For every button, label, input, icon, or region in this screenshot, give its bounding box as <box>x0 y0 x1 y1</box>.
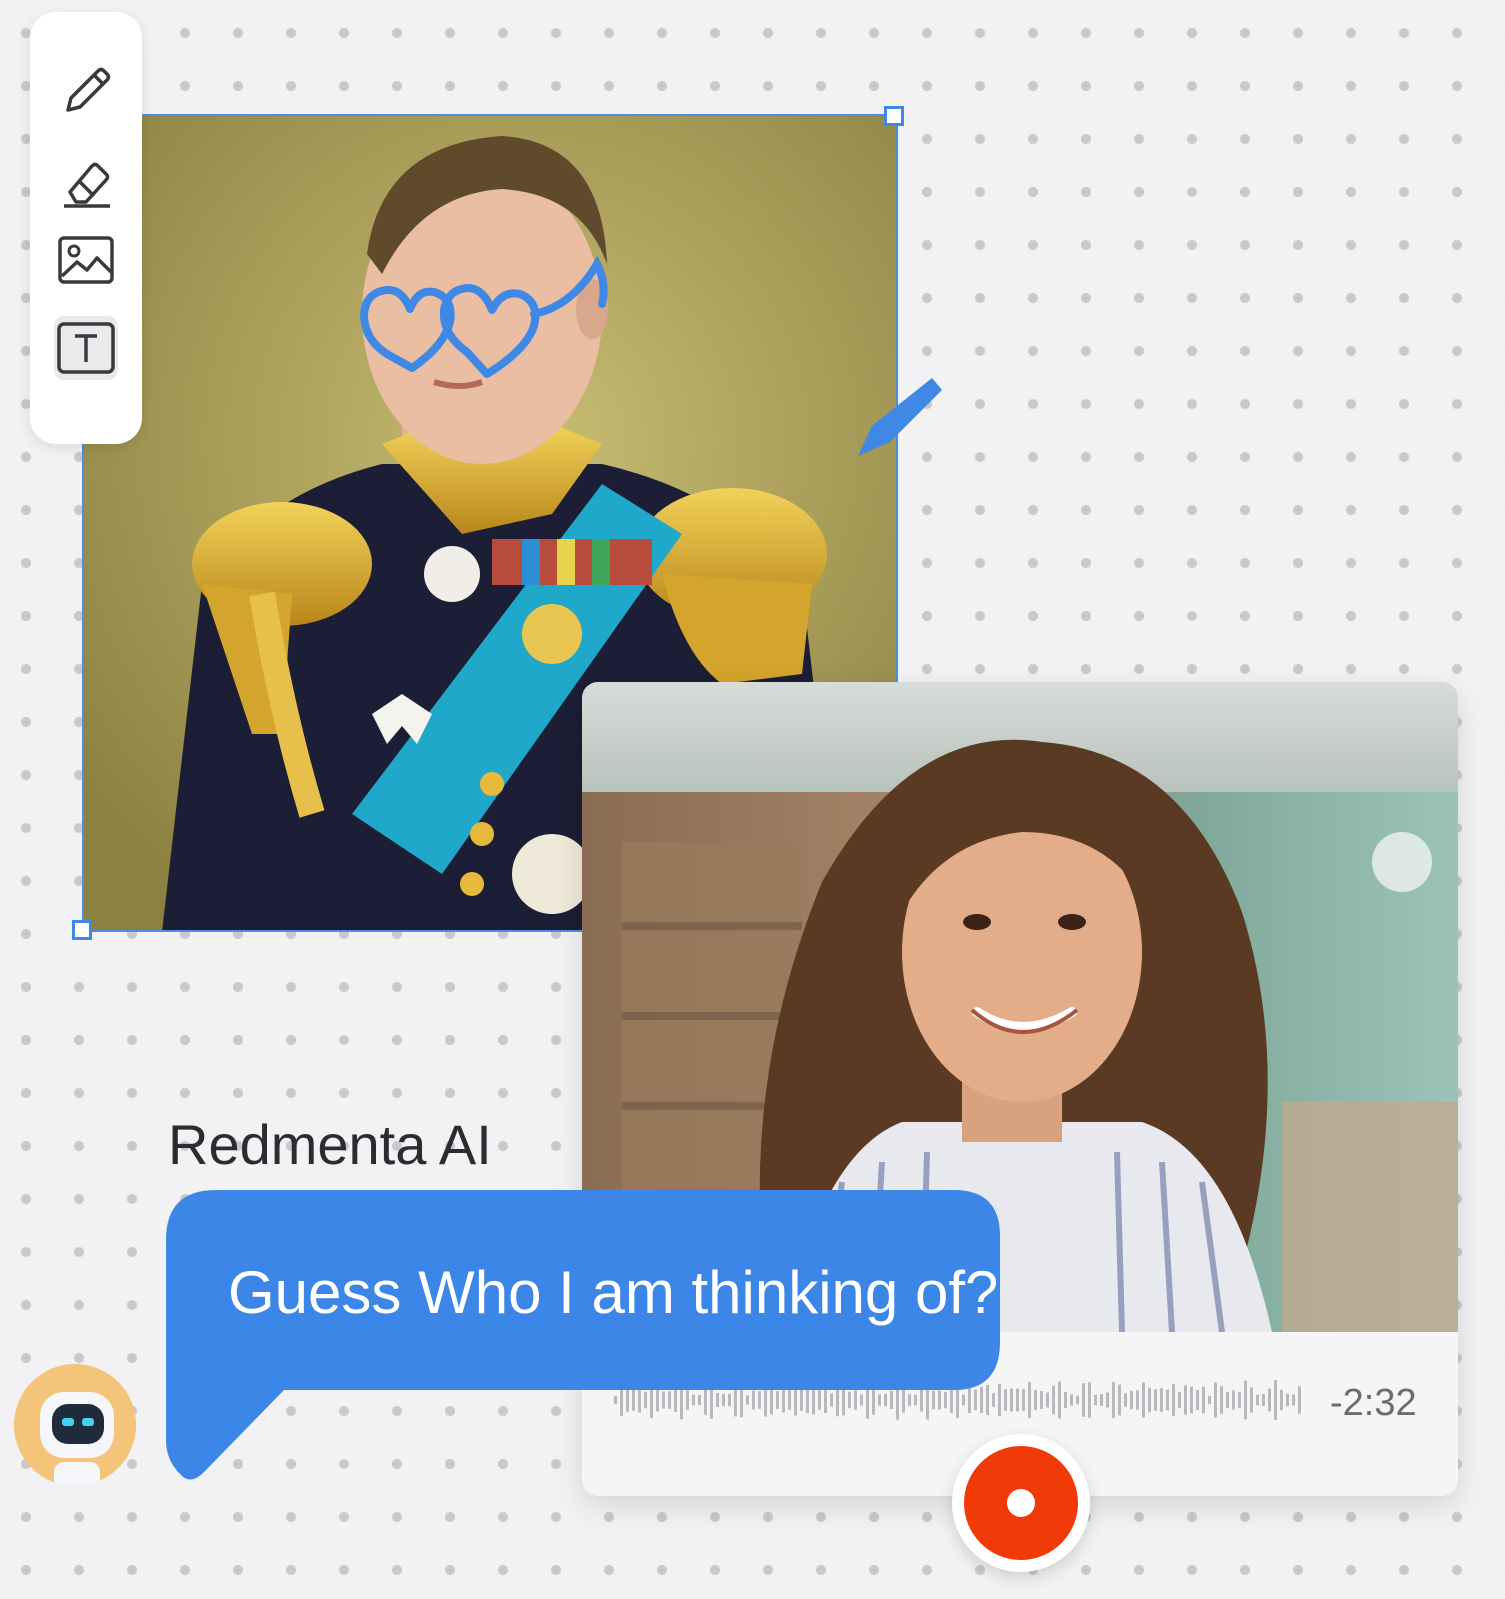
waveform-bar <box>1274 1380 1277 1420</box>
waveform-bar <box>1124 1393 1127 1407</box>
waveform-bar <box>1052 1385 1055 1415</box>
waveform-bar <box>1142 1382 1145 1418</box>
remaining-time-label: -2:32 <box>1330 1382 1417 1424</box>
waveform-bar <box>1082 1383 1085 1417</box>
waveform-bar <box>1256 1394 1259 1406</box>
waveform-bar <box>1226 1391 1229 1409</box>
waveform-bar <box>1046 1392 1049 1408</box>
record-dot-icon <box>1007 1489 1035 1517</box>
pen-cursor-icon <box>858 378 942 456</box>
robot-avatar-icon <box>14 1364 136 1486</box>
image-icon <box>58 236 114 284</box>
chat-message-text: Guess Who I am thinking of? <box>228 1259 999 1326</box>
resize-handle-bottom-left[interactable] <box>72 920 92 940</box>
waveform-bar <box>1010 1388 1013 1412</box>
waveform-bar <box>1166 1389 1169 1411</box>
image-tool-button[interactable] <box>54 228 118 292</box>
waveform-bar <box>1034 1389 1037 1411</box>
waveform-bar <box>1208 1395 1211 1405</box>
waveform-bar <box>1064 1391 1067 1409</box>
waveform-bar <box>1190 1386 1193 1414</box>
waveform-bar <box>1172 1384 1175 1416</box>
waveform-bar <box>1130 1390 1133 1410</box>
waveform-bar <box>1280 1389 1283 1411</box>
waveform-bar <box>1292 1394 1295 1406</box>
text-icon <box>57 322 115 374</box>
waveform-bar <box>1100 1394 1103 1406</box>
waveform-bar <box>1160 1388 1163 1412</box>
waveform-bar <box>1040 1391 1043 1409</box>
waveform-bar <box>1106 1392 1109 1408</box>
pencil-icon <box>66 67 111 112</box>
waveform-bar <box>1214 1382 1217 1418</box>
waveform-bar <box>1202 1386 1205 1414</box>
waveform-bar <box>1220 1386 1223 1414</box>
waveform-bar <box>1184 1385 1187 1415</box>
waveform-bar <box>1238 1391 1241 1409</box>
waveform-bar <box>1232 1390 1235 1410</box>
chat-sender-name: Redmenta AI <box>168 1113 492 1176</box>
robot-avatar[interactable] <box>14 1364 136 1486</box>
waveform-bar <box>1148 1387 1151 1413</box>
drawing-toolbar <box>30 12 142 444</box>
text-tool-button[interactable] <box>54 316 118 380</box>
waveform-bar <box>1088 1382 1091 1418</box>
waveform-bar <box>1268 1388 1271 1412</box>
waveform-bar <box>1076 1395 1079 1405</box>
waveform-bar <box>1298 1386 1301 1414</box>
waveform-bar <box>1286 1393 1289 1407</box>
eraser-tool-button[interactable] <box>54 150 118 214</box>
waveform-bar <box>1154 1389 1157 1411</box>
waveform-bar <box>1094 1394 1097 1406</box>
waveform-bar <box>1196 1390 1199 1410</box>
pencil-tool-button[interactable] <box>54 60 118 124</box>
waveform-bar <box>1112 1382 1115 1418</box>
waveform-bar <box>1244 1380 1247 1420</box>
waveform-bar <box>1262 1394 1265 1406</box>
waveform-bar <box>1016 1388 1019 1412</box>
waveform-bar <box>1004 1389 1007 1411</box>
waveform-bar <box>1058 1381 1061 1419</box>
waveform-bar <box>1022 1389 1025 1411</box>
waveform-bar <box>1070 1394 1073 1406</box>
waveform-bar <box>1136 1390 1139 1410</box>
resize-handle-top-right[interactable] <box>884 106 904 126</box>
waveform-bar <box>1118 1384 1121 1416</box>
waveform-bar <box>1178 1391 1181 1409</box>
waveform-bar <box>1250 1387 1253 1413</box>
waveform-bar <box>1028 1382 1031 1418</box>
eraser-icon <box>64 162 110 208</box>
chat-bubble <box>166 1190 1000 1480</box>
